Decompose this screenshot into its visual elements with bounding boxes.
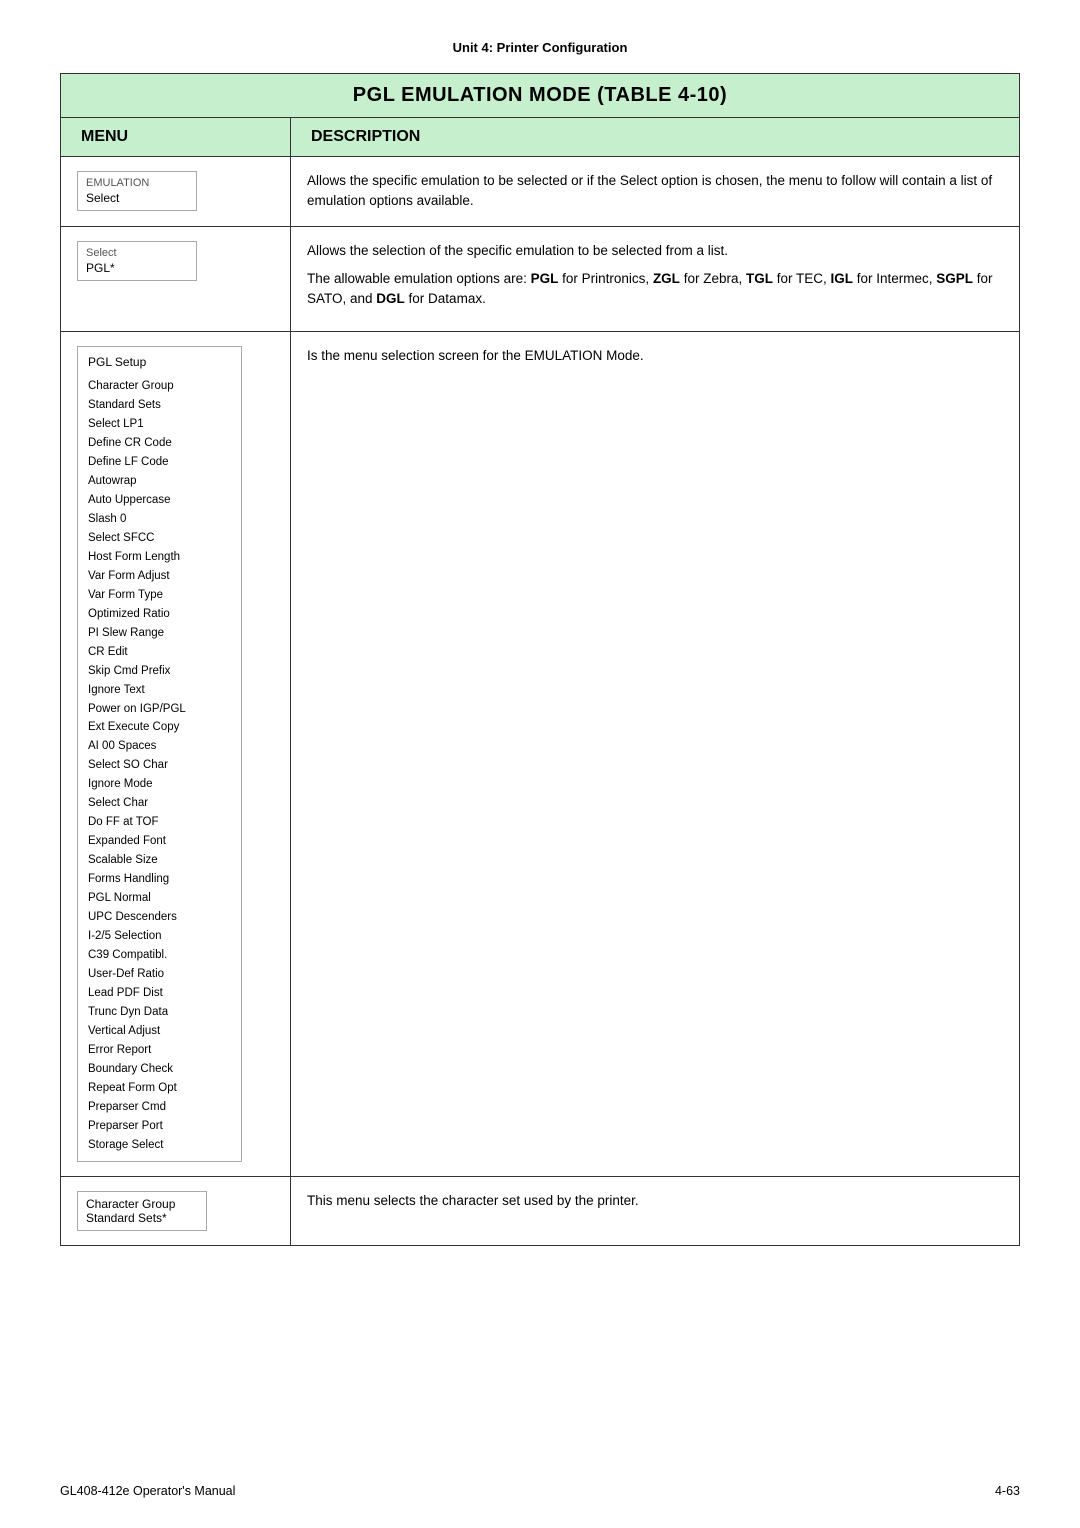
- menu-label-char-group: Character Group: [86, 1197, 198, 1211]
- table-row: Select PGL* Allows the selection of the …: [61, 226, 1020, 332]
- menu-label-select: Select: [86, 247, 188, 259]
- pgl-setup-item: Lead PDF Dist: [88, 984, 231, 1003]
- pgl-setup-item: C39 Compatibl.: [88, 946, 231, 965]
- table-header-row: PGL EMULATION MODE (TABLE 4-10): [61, 74, 1020, 118]
- pgl-setup-item: Host Form Length: [88, 548, 231, 567]
- desc-cell-2: Allows the selection of the specific emu…: [291, 226, 1020, 332]
- desc-cell-3: Is the menu selection screen for the EMU…: [291, 332, 1020, 1177]
- pgl-setup-item: User-Def Ratio: [88, 965, 231, 984]
- pgl-setup-item: Scalable Size: [88, 851, 231, 870]
- pgl-setup-item: Expanded Font: [88, 832, 231, 851]
- pgl-setup-item: PI Slew Range: [88, 624, 231, 643]
- menu-label-emulation: EMULATION: [86, 177, 188, 189]
- menu-value-pgl: PGL*: [86, 261, 188, 275]
- char-group-box: Character Group Standard Sets*: [77, 1191, 207, 1231]
- pgl-setup-item: Trunc Dyn Data: [88, 1003, 231, 1022]
- pgl-setup-item: CR Edit: [88, 643, 231, 662]
- pgl-setup-item: AI 00 Spaces: [88, 737, 231, 756]
- footer-left: GL408-412e Operator's Manual: [60, 1484, 235, 1498]
- pgl-setup-item: Ext Execute Copy: [88, 718, 231, 737]
- main-table: PGL EMULATION MODE (TABLE 4-10) MENU DES…: [60, 73, 1020, 1246]
- pgl-setup-item: Do FF at TOF: [88, 813, 231, 832]
- pgl-setup-item: Select SFCC: [88, 529, 231, 548]
- pgl-setup-item: Autowrap: [88, 472, 231, 491]
- pgl-setup-item: Error Report: [88, 1041, 231, 1060]
- pgl-setup-item: Auto Uppercase: [88, 491, 231, 510]
- page: Unit 4: Printer Configuration PGL EMULAT…: [0, 0, 1080, 1528]
- menu-cell-pgl-setup: PGL Setup Character GroupStandard SetsSe…: [61, 332, 291, 1177]
- table-title: PGL EMULATION MODE (TABLE 4-10): [61, 74, 1020, 118]
- desc-cell-4: This menu selects the character set used…: [291, 1176, 1020, 1245]
- menu-cell-1: EMULATION Select: [61, 157, 291, 227]
- unit-title: Unit 4: Printer Configuration: [60, 40, 1020, 55]
- pgl-setup-item: Var Form Adjust: [88, 567, 231, 586]
- pgl-setup-item: Vertical Adjust: [88, 1022, 231, 1041]
- pgl-setup-box: PGL Setup Character GroupStandard SetsSe…: [77, 346, 242, 1162]
- pgl-setup-item: Standard Sets: [88, 396, 231, 415]
- pgl-setup-item: Forms Handling: [88, 870, 231, 889]
- table-row: PGL Setup Character GroupStandard SetsSe…: [61, 332, 1020, 1177]
- table-row: Character Group Standard Sets* This menu…: [61, 1176, 1020, 1245]
- pgl-setup-item: Power on IGP/PGL: [88, 700, 231, 719]
- menu-cell-2: Select PGL*: [61, 226, 291, 332]
- col-header-menu: MENU: [61, 118, 291, 157]
- pgl-setup-item: I-2/5 Selection: [88, 927, 231, 946]
- pgl-setup-item: Var Form Type: [88, 586, 231, 605]
- pgl-setup-item: Select LP1: [88, 415, 231, 434]
- menu-value-standard-sets: Standard Sets*: [86, 1211, 198, 1225]
- pgl-setup-item: Repeat Form Opt: [88, 1079, 231, 1098]
- pgl-setup-item: Ignore Mode: [88, 775, 231, 794]
- pgl-setup-item: Select SO Char: [88, 756, 231, 775]
- pgl-setup-item: UPC Descenders: [88, 908, 231, 927]
- col-header-row: MENU DESCRIPTION: [61, 118, 1020, 157]
- pgl-setup-item: Select Char: [88, 794, 231, 813]
- menu-cell-char-group: Character Group Standard Sets*: [61, 1176, 291, 1245]
- col-header-description: DESCRIPTION: [291, 118, 1020, 157]
- pgl-setup-item: Character Group: [88, 377, 231, 396]
- pgl-setup-item: Storage Select: [88, 1136, 231, 1155]
- pgl-setup-item: Slash 0: [88, 510, 231, 529]
- desc-text-2a: Allows the selection of the specific emu…: [307, 241, 1003, 261]
- pgl-setup-item: PGL Normal: [88, 889, 231, 908]
- footer-right: 4-63: [995, 1484, 1020, 1498]
- table-row: EMULATION Select Allows the specific emu…: [61, 157, 1020, 227]
- desc-cell-1: Allows the specific emulation to be sele…: [291, 157, 1020, 227]
- pgl-setup-item: Ignore Text: [88, 681, 231, 700]
- pgl-setup-title: PGL Setup: [88, 353, 231, 373]
- footer: GL408-412e Operator's Manual 4-63: [60, 1484, 1020, 1498]
- pgl-setup-item: Define LF Code: [88, 453, 231, 472]
- menu-value-emulation: Select: [86, 191, 188, 205]
- pgl-setup-item: Define CR Code: [88, 434, 231, 453]
- pgl-setup-item: Boundary Check: [88, 1060, 231, 1079]
- pgl-setup-item: Skip Cmd Prefix: [88, 662, 231, 681]
- pgl-setup-items: Character GroupStandard SetsSelect LP1De…: [88, 377, 231, 1155]
- menu-box-emulation: EMULATION Select: [77, 171, 197, 211]
- desc-text-2b: The allowable emulation options are: PGL…: [307, 269, 1003, 310]
- pgl-setup-item: Optimized Ratio: [88, 605, 231, 624]
- pgl-setup-item: Preparser Cmd: [88, 1098, 231, 1117]
- menu-box-select: Select PGL*: [77, 241, 197, 281]
- pgl-setup-item: Preparser Port: [88, 1117, 231, 1136]
